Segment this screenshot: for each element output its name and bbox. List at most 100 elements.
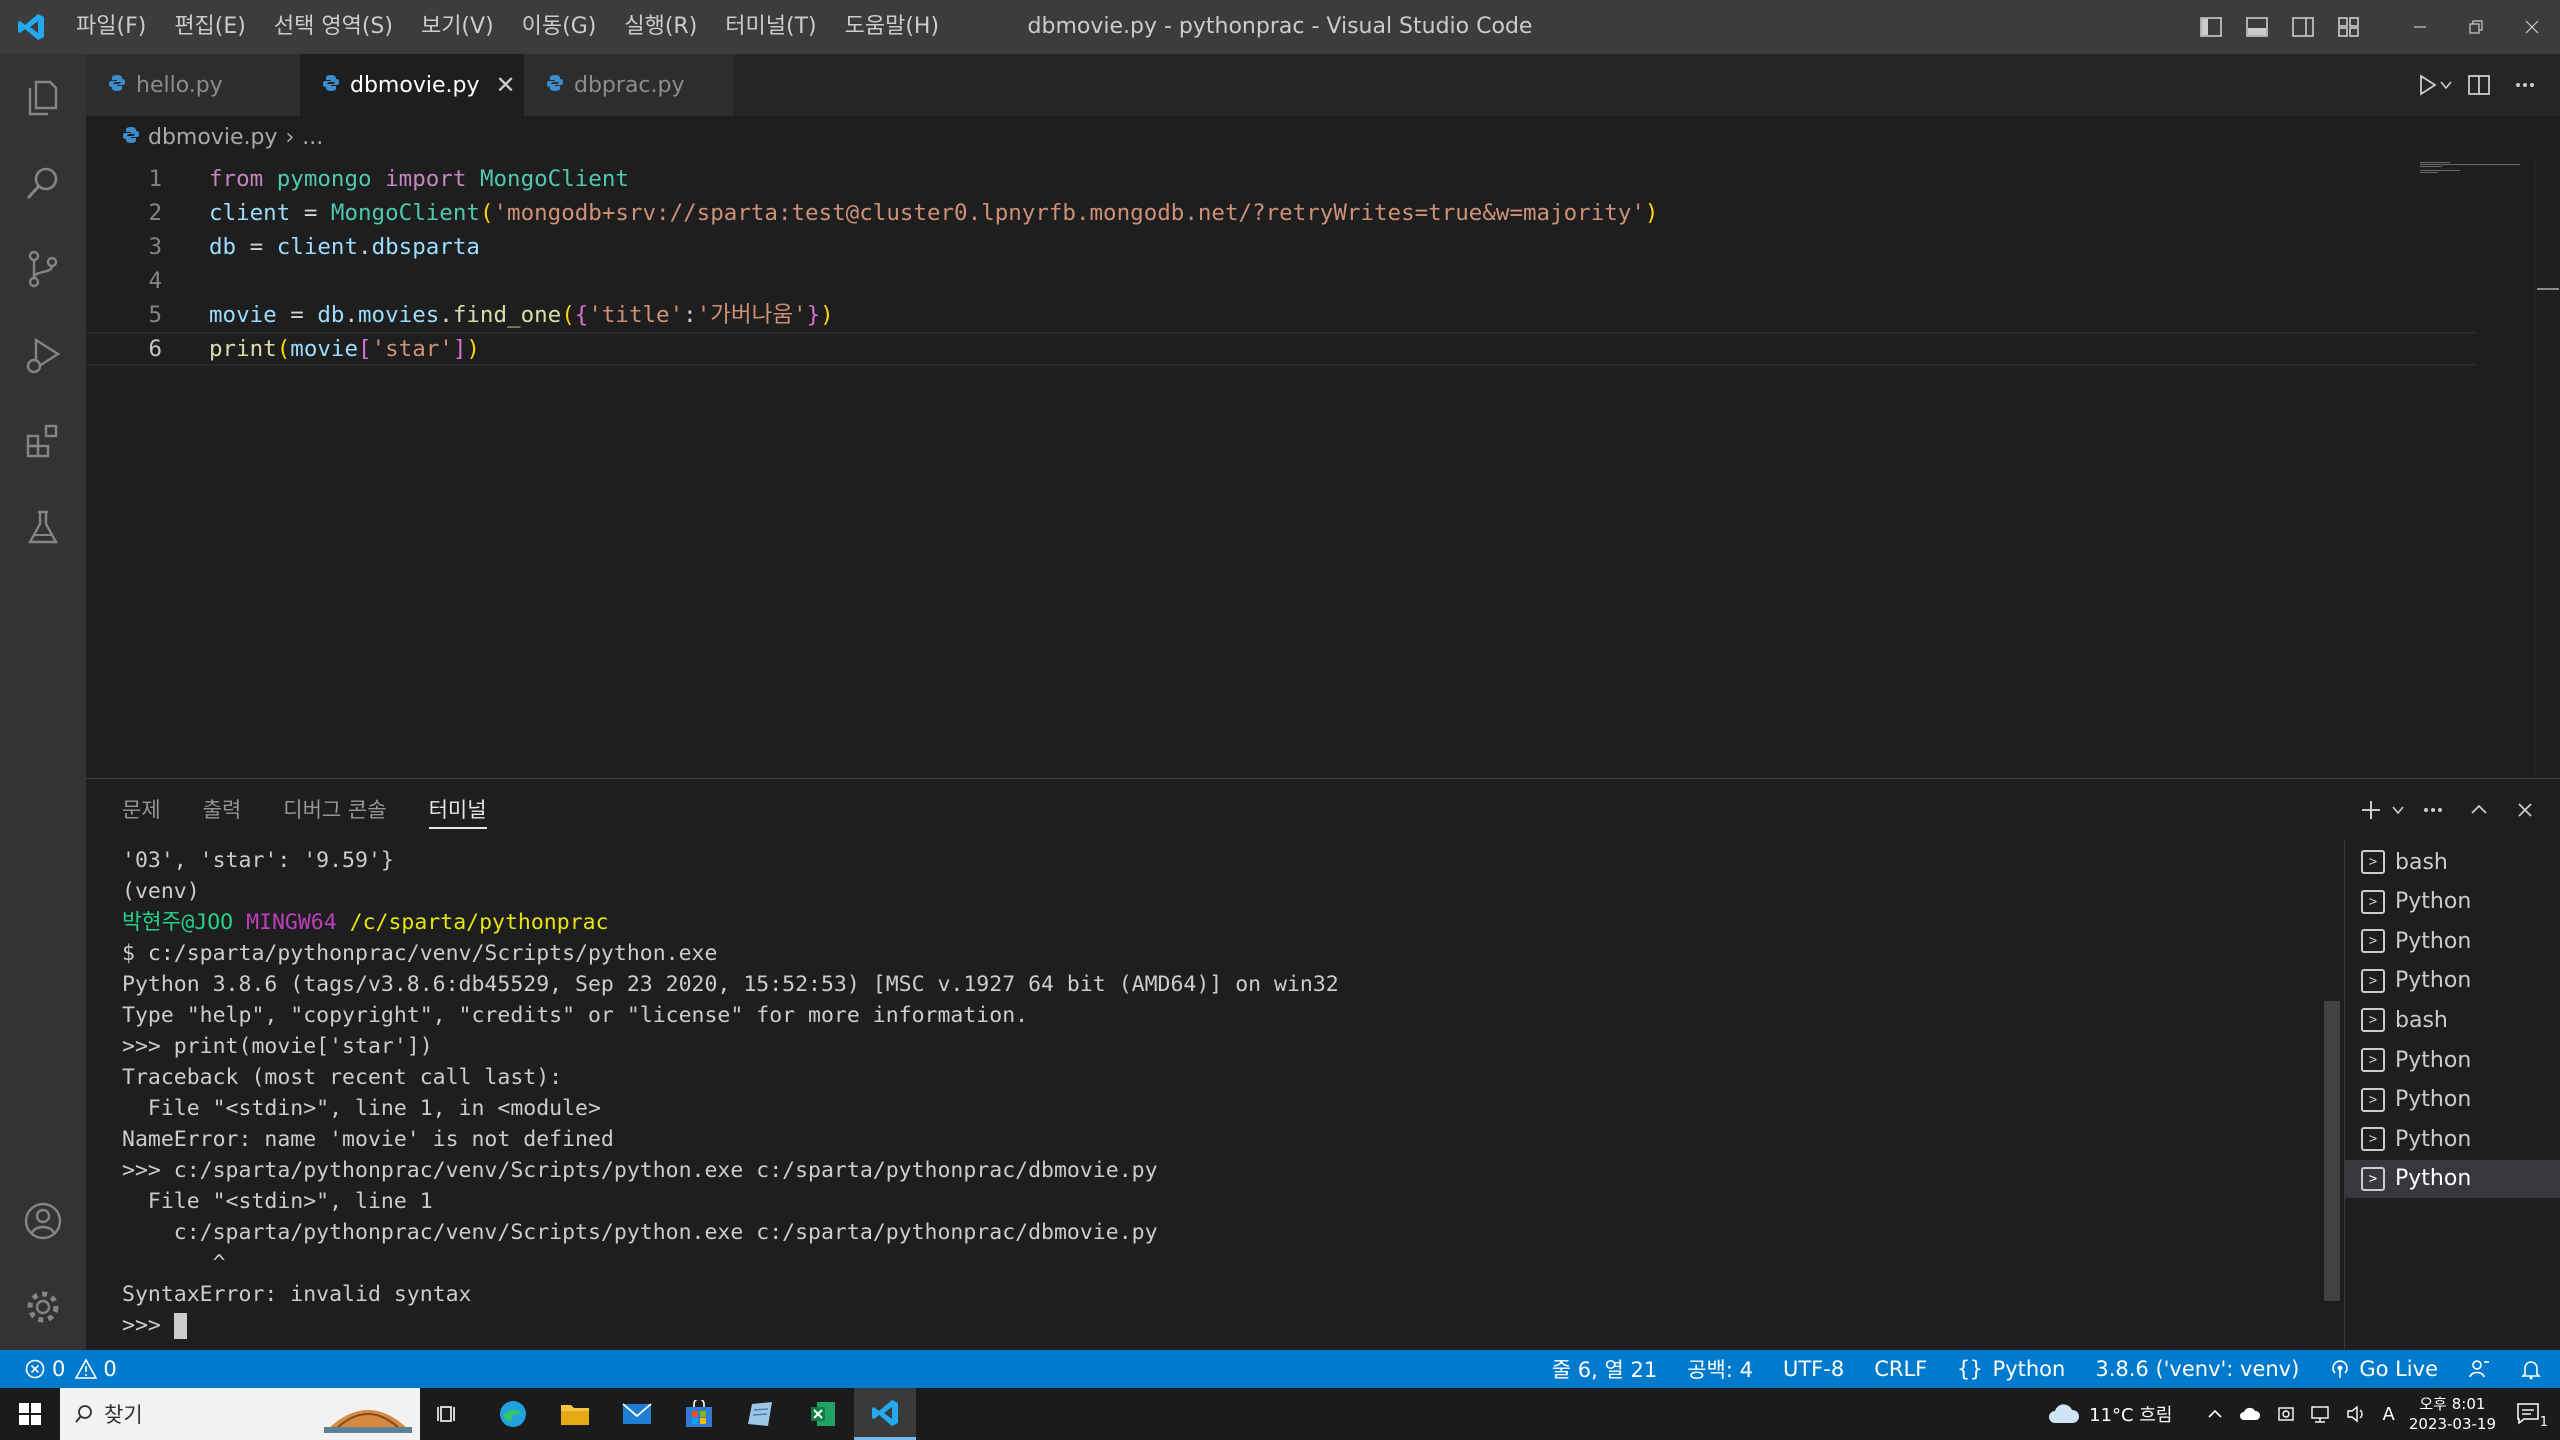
restore-icon[interactable]: [2448, 0, 2504, 54]
weather-widget[interactable]: 11°C 흐림: [2047, 1401, 2172, 1427]
taskbar-search-box[interactable]: 찾기: [60, 1388, 420, 1440]
vscode-logo-icon[interactable]: [0, 0, 62, 54]
more-actions-icon[interactable]: [2502, 54, 2548, 116]
terminal-instance-bash[interactable]: > bash: [2345, 1001, 2560, 1039]
toggle-primary-sidebar-icon[interactable]: [2188, 0, 2234, 54]
toggle-panel-icon[interactable]: [2234, 0, 2280, 54]
terminal-instance-python[interactable]: > Python: [2345, 1041, 2560, 1079]
explorer-icon[interactable]: [0, 54, 86, 140]
menu-terminal[interactable]: 터미널(T): [711, 0, 830, 54]
minimize-icon[interactable]: [2392, 0, 2448, 54]
windows-start-icon[interactable]: [0, 1388, 60, 1440]
code-line[interactable]: 6 print(movie['star']): [86, 332, 2476, 366]
menu-file[interactable]: 파일(F): [62, 0, 160, 54]
terminal-instance-label: Python: [2395, 968, 2472, 994]
terminal-instance-python[interactable]: > Python: [2345, 1159, 2560, 1198]
minimap[interactable]: [2420, 158, 2520, 173]
panel-tab-terminal[interactable]: 터미널: [428, 779, 487, 841]
code-line[interactable]: 3 db = client.dbsparta: [86, 230, 2476, 264]
problems-status[interactable]: 0 0: [24, 1357, 117, 1381]
indentation[interactable]: 공백: 4: [1687, 1354, 1753, 1384]
panel-tab-output[interactable]: 출력: [203, 779, 242, 841]
settings-gear-icon[interactable]: [0, 1264, 86, 1350]
breadcrumb-symbols[interactable]: ...: [302, 125, 323, 150]
device-icon[interactable]: [2276, 1404, 2296, 1424]
encoding[interactable]: UTF-8: [1783, 1357, 1844, 1381]
run-debug-icon[interactable]: [0, 312, 86, 398]
close-panel-icon[interactable]: [2502, 779, 2548, 841]
menu-edit[interactable]: 편집(E): [160, 0, 260, 54]
menu-view[interactable]: 보기(V): [407, 0, 508, 54]
end-of-line[interactable]: CRLF: [1874, 1357, 1927, 1381]
new-terminal-plus-icon[interactable]: [2356, 779, 2386, 841]
code-line[interactable]: 5 movie = db.movies.find_one({'title':'가버…: [86, 298, 2476, 332]
terminal-instance-python[interactable]: > Python: [2345, 922, 2560, 960]
testing-icon[interactable]: [0, 484, 86, 570]
line-number: 4: [148, 268, 162, 294]
tab-hello-py[interactable]: hello.py: [86, 54, 300, 116]
clock[interactable]: 오후 8:01 2023-03-19: [2409, 1394, 2496, 1434]
breadcrumb-file[interactable]: dbmovie.py: [148, 125, 277, 150]
close-window-icon[interactable]: [2504, 0, 2560, 54]
terminal-instance-python[interactable]: > Python: [2345, 1081, 2560, 1119]
split-editor-icon[interactable]: [2456, 54, 2502, 116]
vscode-taskbar-icon[interactable]: [854, 1388, 916, 1440]
terminal-line: 박현주@JOO MINGW64 /c/sparta/pythonprac: [122, 910, 609, 935]
task-view-icon[interactable]: [418, 1388, 480, 1440]
terminal-icon: >: [2361, 1127, 2385, 1152]
tab-dbprac-py[interactable]: dbprac.py: [524, 54, 734, 116]
menu-run[interactable]: 실행(R): [610, 0, 711, 54]
terminal-instance-python[interactable]: > Python: [2345, 883, 2560, 921]
source-control-icon[interactable]: [0, 226, 86, 312]
close-tab-icon[interactable]: ✕: [495, 71, 515, 99]
code-line[interactable]: 4: [86, 264, 2476, 298]
terminal-instance-python[interactable]: > Python: [2345, 1120, 2560, 1158]
go-live-button[interactable]: Go Live: [2329, 1357, 2438, 1381]
microsoft-store-icon[interactable]: [668, 1388, 730, 1440]
terminal-instance-bash[interactable]: > bash: [2345, 843, 2560, 881]
onedrive-cloud-icon[interactable]: [2238, 1406, 2262, 1422]
panel-tab-debug-console[interactable]: 디버그 콘솔: [283, 779, 386, 841]
code-line[interactable]: 1 from pymongo import MongoClient: [86, 162, 2476, 196]
volume-icon[interactable]: [2346, 1404, 2368, 1424]
terminal-instance-label: Python: [2395, 1166, 2472, 1192]
terminal-scrollbar-thumb[interactable]: [2324, 1001, 2340, 1301]
code-line[interactable]: 2 client = MongoClient('mongodb+srv://spa…: [86, 196, 2476, 230]
menu-go[interactable]: 이동(G): [508, 0, 611, 54]
menu-help[interactable]: 도움말(H): [831, 0, 953, 54]
extensions-icon[interactable]: [0, 398, 86, 484]
python-interpreter[interactable]: 3.8.6 ('venv': venv): [2095, 1357, 2299, 1381]
edge-browser-icon[interactable]: [482, 1388, 544, 1440]
run-dropdown-chevron-icon[interactable]: [2436, 54, 2456, 116]
language-mode[interactable]: {} Python: [1957, 1357, 2065, 1381]
terminal-instance-label: Python: [2395, 1047, 2472, 1073]
input-method-indicator[interactable]: A: [2382, 1404, 2394, 1425]
terminal-scrollbar[interactable]: [2324, 841, 2342, 1351]
code-editor[interactable]: 1 from pymongo import MongoClient 2 client …: [86, 158, 2476, 778]
terminal-instance-python[interactable]: > Python: [2345, 962, 2560, 1000]
menu-selection[interactable]: 선택 영역(S): [260, 0, 407, 54]
cursor-position[interactable]: 줄 6, 열 21: [1552, 1354, 1657, 1384]
action-center-icon[interactable]: 1: [2516, 1402, 2548, 1430]
mail-icon[interactable]: [606, 1388, 668, 1440]
panel-more-actions-icon[interactable]: [2410, 779, 2456, 841]
terminal-output[interactable]: '03', 'star': '9.59'} (venv) 박현주@JOO MINGW…: [122, 841, 2322, 1341]
taskbar-search-placeholder: 찾기: [104, 1403, 143, 1427]
toggle-secondary-sidebar-icon[interactable]: [2280, 0, 2326, 54]
search-icon[interactable]: [0, 140, 86, 226]
accounts-icon[interactable]: [0, 1178, 86, 1264]
show-hidden-icons-chevron-icon[interactable]: [2206, 1407, 2224, 1421]
file-explorer-icon[interactable]: [544, 1388, 606, 1440]
terminal-profile-chevron-icon[interactable]: [2386, 779, 2410, 841]
network-icon[interactable]: [2310, 1404, 2332, 1424]
notes-app-icon[interactable]: [730, 1388, 792, 1440]
tab-dbmovie-py[interactable]: dbmovie.py ✕: [300, 54, 524, 116]
terminal-icon: >: [2361, 1048, 2385, 1072]
feedback-icon[interactable]: [2468, 1358, 2490, 1380]
maximize-panel-icon[interactable]: [2456, 779, 2502, 841]
notifications-bell-icon[interactable]: [2520, 1358, 2542, 1380]
excel-icon[interactable]: [792, 1388, 854, 1440]
editor-scrollbar[interactable]: [2534, 158, 2560, 778]
customize-layout-icon[interactable]: [2326, 0, 2372, 54]
panel-tab-problems[interactable]: 문제: [122, 779, 161, 841]
